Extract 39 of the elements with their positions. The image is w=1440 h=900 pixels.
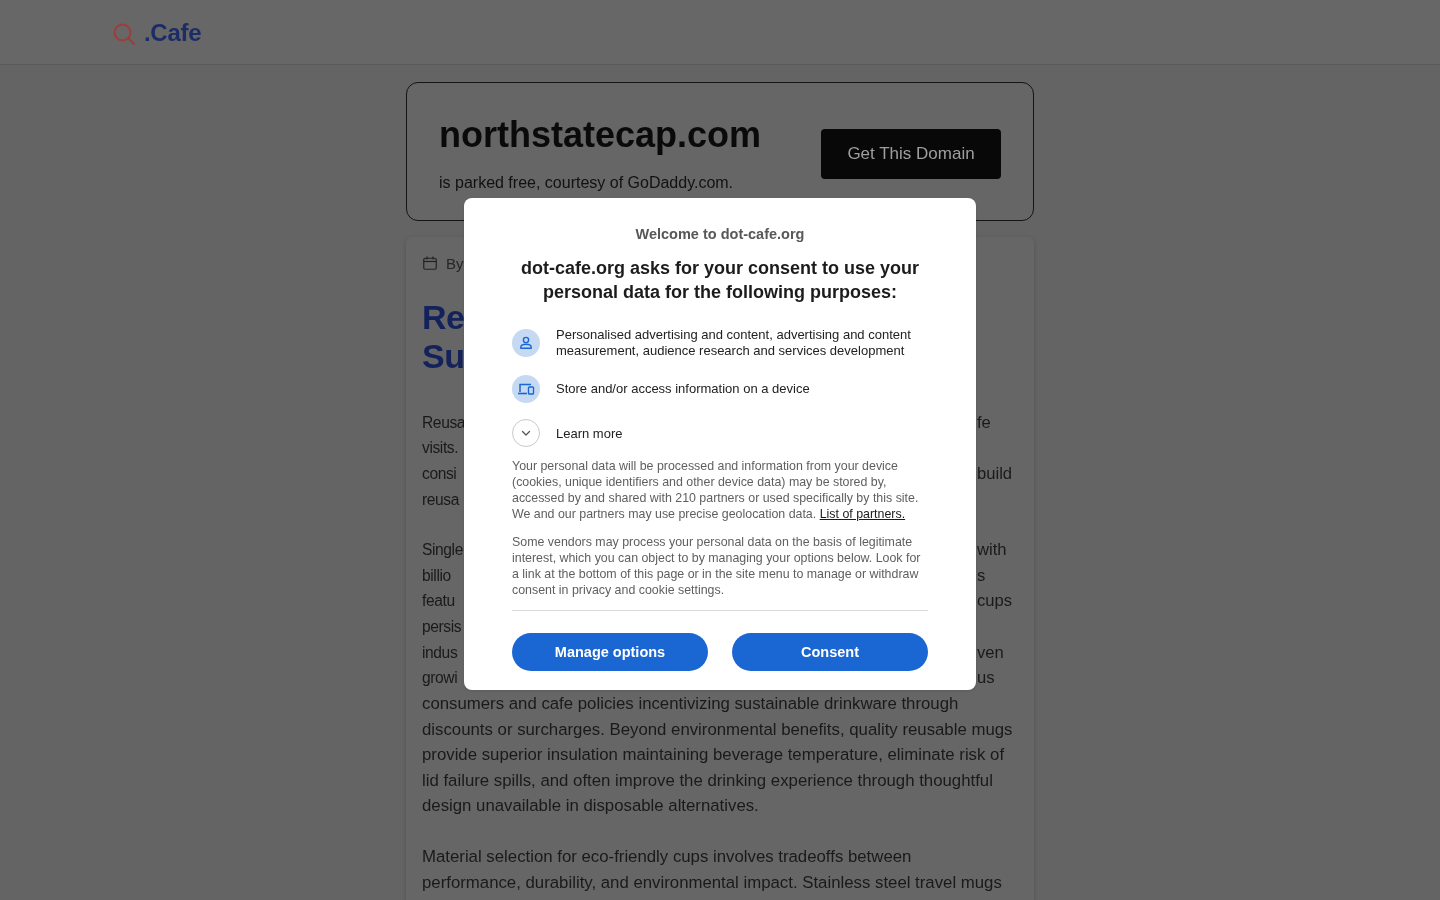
article-text-fragment: growi — [422, 668, 458, 689]
article-paragraph: Material selection for eco-friendly cups involves tradeoffs between performance, durability, and environmental impact. Stainless steel travel mugs — [422, 845, 1003, 894]
calendar-icon — [423, 256, 437, 270]
article-text-fragment: reusa — [422, 489, 459, 510]
magnifier-icon — [113, 23, 135, 45]
article-text-fragment: billio — [422, 565, 451, 586]
article-text-fragment: s — [977, 565, 986, 586]
author-byline: By — [446, 254, 464, 272]
dialog-heading: dot-cafe.org asks for your consent to use your personal data for the following purposes: — [519, 257, 921, 304]
domain-subtitle: is parked free, courtesy of GoDaddy.com. — [439, 173, 735, 193]
purpose-text: Store and/or access information on a device — [556, 381, 810, 397]
article-text-fragment: visits. — [422, 438, 459, 459]
article-text-fragment: cups — [977, 591, 1013, 612]
devices-icon — [512, 375, 540, 403]
article-paragraph: consumers and cafe policies incentivizing sustainable drinkware through discounts or surcharges. Beyond environmental benefits, quality reusable mugs provide superior insulation maintaining beverage temperature, eliminate risk of lid failure spills, and often improve the drinking experience through thoughtful design unavailable in disposable alternatives. — [422, 692, 1014, 818]
person-icon — [512, 329, 540, 357]
article-text-fragment: indus — [422, 642, 458, 663]
article-text-fragment: us — [977, 668, 995, 689]
partners-link[interactable]: List of partners. — [819, 507, 906, 521]
article-text-fragment: Reusa — [422, 412, 466, 433]
article-text-fragment: Single — [422, 540, 463, 561]
privacy-notice: Some vendors may process your personal data on the basis of legitimate interest, which you can object to by managing your options below. Look for a link at the bottom of this page or in the site menu to manage or withdraw consent in privacy and cookie settings. — [512, 534, 922, 598]
privacy-notice: Your personal data will be processed and information from your device (cookies, unique identifiers and other device data) may be stored by, accessed by and shared with 210 partners or used specifically by this site. We and our partners may use precise geolocation data. List of partners. — [512, 458, 920, 522]
purpose-text: Personalised advertising and content, advertising and content measurement, audience research and services development — [556, 327, 912, 359]
article-text-fragment: consi — [422, 464, 457, 484]
get-domain-button[interactable]: Get This Domain — [821, 129, 1001, 179]
article-title-fragment: Su — [422, 337, 465, 376]
dialog-welcome: Welcome to dot-cafe.org — [634, 225, 806, 244]
article-title-fragment: Re — [422, 298, 465, 337]
article-text-fragment: with — [977, 540, 1007, 561]
consent-button[interactable]: Consent — [732, 633, 928, 671]
domain-name: northstatecap.com — [439, 113, 762, 157]
manage-options-button[interactable]: Manage options — [512, 633, 708, 671]
learn-more-button[interactable]: Learn more — [512, 419, 623, 447]
article-text-fragment: ven — [977, 642, 1004, 663]
article-text-fragment: fe — [977, 412, 991, 433]
article-text-fragment: build — [977, 464, 1013, 484]
article-text-fragment: persis — [422, 616, 462, 637]
article-text-fragment: featu — [422, 591, 455, 612]
